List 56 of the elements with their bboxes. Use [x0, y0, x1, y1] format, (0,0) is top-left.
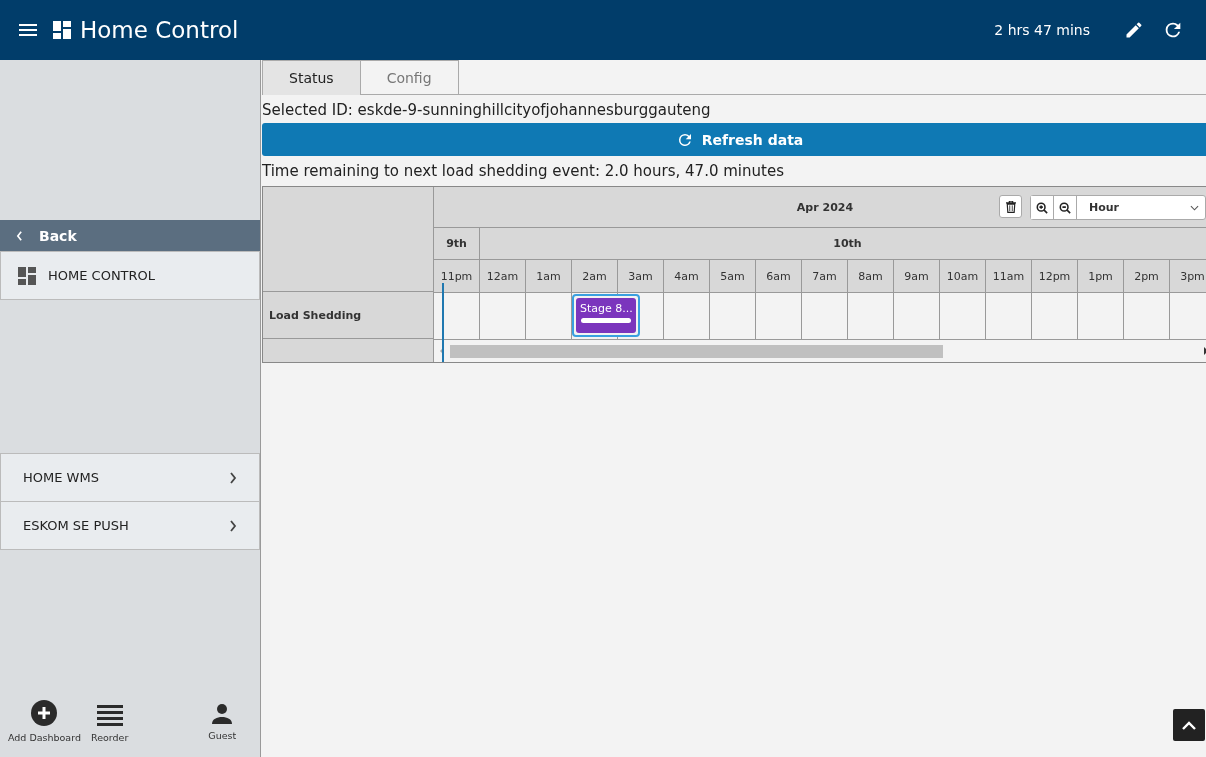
- event-block[interactable]: Stage 8...: [572, 294, 640, 337]
- hour-header: 5am: [710, 260, 756, 292]
- tab[interactable]: Status: [262, 60, 361, 95]
- sidebar-footer-button[interactable]: Add Dashboard: [8, 700, 81, 743]
- plus-circle-icon: [31, 700, 58, 726]
- hour-header: 12pm: [1032, 260, 1078, 292]
- hour-header: 3am: [618, 260, 664, 292]
- hour-header: 7am: [802, 260, 848, 292]
- hour-header: 6am: [756, 260, 802, 292]
- menu-icon[interactable]: [19, 24, 37, 36]
- hour-header: 10am: [940, 260, 986, 292]
- trash-icon: [1005, 200, 1016, 213]
- hour-header: 11am: [986, 260, 1032, 292]
- sidebar-item[interactable]: HOME WMS: [0, 453, 260, 502]
- row-label: Load Shedding: [263, 292, 433, 339]
- chevron-down-icon: [1190, 204, 1199, 211]
- time-remaining-text: Time remaining to next load shedding event: 2.0 hours, 47.0 minutes: [262, 161, 785, 182]
- hour-header: 3pm: [1170, 260, 1206, 292]
- day-header: 9th: [434, 228, 480, 259]
- refresh-data-button[interactable]: Refresh data: [262, 123, 1206, 156]
- person-icon: [212, 704, 233, 724]
- app-title: Home Control: [80, 17, 239, 43]
- hour-header: 2am: [572, 260, 618, 292]
- hour-header: 2pm: [1124, 260, 1170, 292]
- dashboard-icon: [18, 266, 36, 285]
- day-header: 10th: [480, 228, 1206, 259]
- chevron-right-icon: [229, 519, 237, 532]
- hour-header: 1am: [526, 260, 572, 292]
- pencil-icon[interactable]: [1124, 20, 1144, 40]
- hour-header: 1pm: [1078, 260, 1124, 292]
- selected-id-text: Selected ID: eskde-9-sunninghillcityofjohannesburggauteng: [262, 100, 712, 121]
- dashboard-icon: [53, 21, 71, 39]
- hour-header: 8am: [848, 260, 894, 292]
- tab[interactable]: Config: [360, 60, 459, 95]
- hour-header: 9am: [894, 260, 940, 292]
- zoom-in-button[interactable]: [1031, 196, 1054, 219]
- chevron-up-icon: [1182, 720, 1196, 730]
- hour-header: 4am: [664, 260, 710, 292]
- menu-lines-icon: [96, 704, 123, 726]
- hour-header: 12am: [480, 260, 526, 292]
- zoom-out-icon: [1059, 201, 1071, 214]
- chevron-right-icon: [229, 471, 237, 484]
- sidebar-footer-button[interactable]: Reorder: [90, 704, 129, 743]
- chevron-left-icon: [16, 230, 23, 241]
- sidebar-footer-button[interactable]: Guest: [208, 704, 237, 741]
- zoom-in-icon: [1036, 201, 1048, 214]
- event-label: Stage 8...: [579, 301, 634, 315]
- countdown-text: 2 hrs 47 mins: [994, 22, 1090, 38]
- back-button[interactable]: Back: [0, 220, 260, 251]
- sidebar-item[interactable]: HOME CONTROL: [0, 251, 260, 300]
- scroll-to-top-button[interactable]: [1173, 709, 1205, 741]
- month-label: Apr 2024: [796, 200, 854, 214]
- sidebar-item[interactable]: ESKOM SE PUSH: [0, 502, 260, 550]
- delete-button[interactable]: [999, 195, 1022, 218]
- event-bar: [581, 318, 631, 323]
- scrollbar-thumb[interactable]: [450, 344, 943, 358]
